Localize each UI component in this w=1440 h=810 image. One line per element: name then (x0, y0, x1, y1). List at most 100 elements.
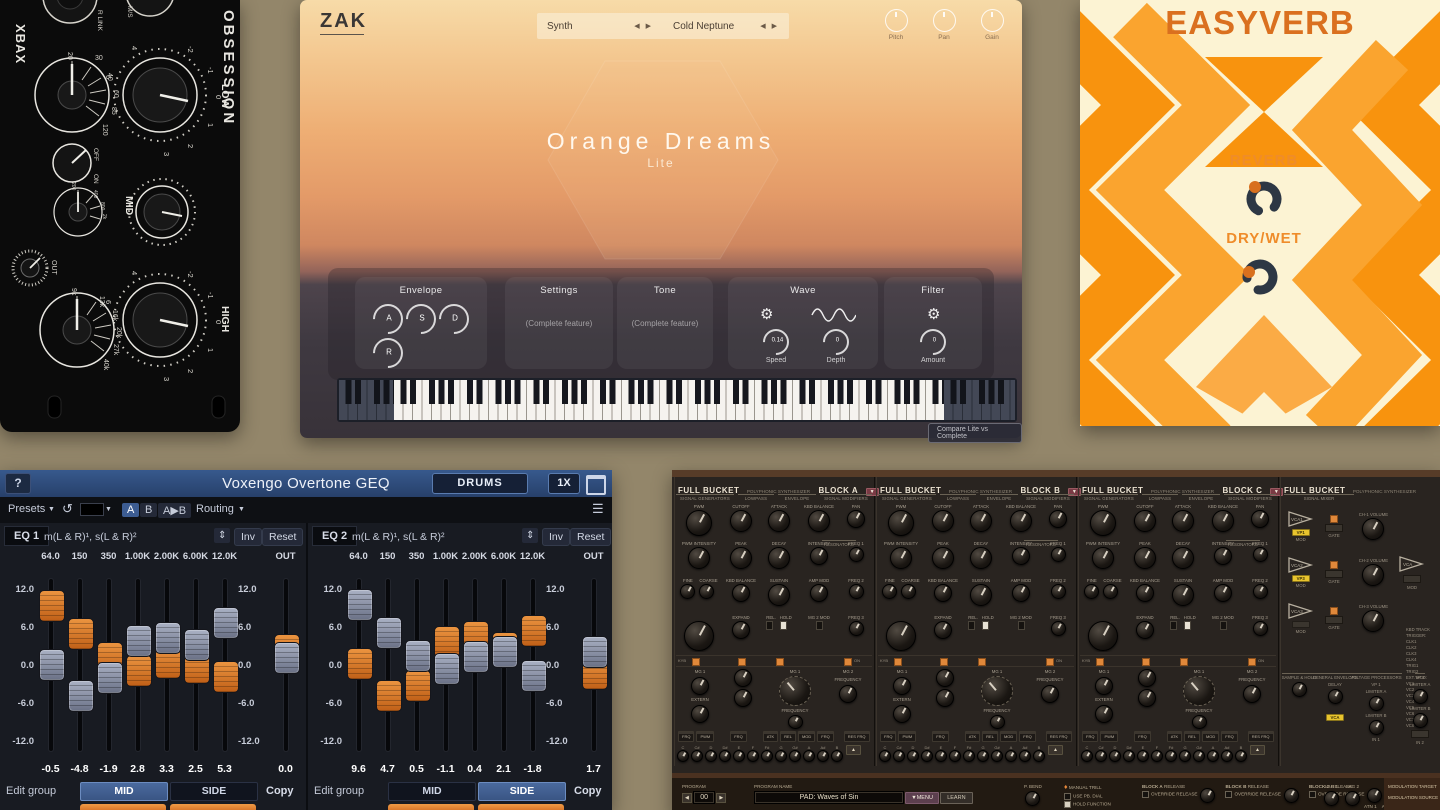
learn-button[interactable]: LEARN (940, 792, 972, 804)
release-switch[interactable] (1170, 621, 1177, 630)
side-handle[interactable] (39, 649, 65, 681)
octave-up-button[interactable]: ▲ (1250, 745, 1265, 755)
freq2-knob[interactable] (1051, 584, 1066, 599)
cutoff-knob[interactable] (1134, 510, 1156, 532)
eq1-reset-button[interactable]: Reset (262, 528, 303, 546)
eq2-copy-button[interactable]: Copy (574, 785, 602, 797)
eq-band-slider[interactable] (518, 569, 547, 761)
rel-button[interactable]: REL (780, 731, 796, 742)
freq3-knob[interactable] (1051, 621, 1066, 636)
note-knob[interactable] (817, 750, 829, 762)
mg1-amount-knob[interactable] (691, 677, 709, 695)
channel-volume-knob[interactable] (1362, 564, 1384, 586)
side-handle[interactable] (434, 653, 460, 685)
color-caret-icon[interactable]: ▼ (105, 506, 112, 513)
undo-icon[interactable]: ↺ (62, 501, 73, 517)
amp-mod-knob[interactable] (1214, 584, 1232, 602)
vp-route-button[interactable] (1292, 621, 1310, 628)
mg1-frequency-knob[interactable] (990, 715, 1005, 729)
enable-switch[interactable] (1046, 658, 1054, 666)
low-freq-knob[interactable] (35, 58, 109, 132)
note-knob[interactable] (949, 750, 961, 762)
eq-band-slider[interactable] (344, 569, 373, 761)
mg1-waveform-dial[interactable] (779, 676, 811, 705)
freq2-knob[interactable] (1253, 584, 1268, 599)
mod-button[interactable]: MOD (798, 731, 815, 742)
res-frq-button[interactable]: RES FRQ (1046, 731, 1072, 742)
sustain-knob[interactable]: S (400, 298, 442, 340)
note-knob[interactable] (907, 750, 919, 762)
enable-switch[interactable] (776, 658, 784, 666)
note-knob[interactable] (1137, 750, 1149, 762)
mid-handle[interactable] (126, 655, 152, 687)
vp1-limiter-b-knob[interactable] (1369, 720, 1384, 735)
override-release-checkbox[interactable] (1225, 791, 1232, 798)
vp-route-button[interactable]: VP1 (1292, 529, 1310, 536)
note-knob[interactable] (1019, 750, 1031, 762)
reverb-knob[interactable] (1242, 176, 1286, 220)
eq2-out-slider[interactable] (579, 569, 608, 761)
eq2-invert-button[interactable]: Inv (542, 528, 570, 546)
expand-knob[interactable] (732, 621, 750, 639)
frq-button[interactable]: FRQ (678, 731, 694, 742)
freq3-knob[interactable] (1253, 621, 1268, 636)
peak-knob[interactable] (932, 547, 954, 569)
eq-band-slider[interactable] (181, 569, 210, 761)
kbd-balance-knob[interactable] (732, 584, 750, 602)
mg2-mod-switch[interactable] (1018, 621, 1025, 630)
frq-button[interactable]: FRQ (1221, 731, 1237, 742)
note-knob[interactable] (893, 750, 905, 762)
octave-knob[interactable] (886, 621, 916, 651)
eq-band-slider[interactable] (36, 569, 65, 761)
pan-knob[interactable] (1049, 510, 1067, 528)
side-handle[interactable] (184, 629, 210, 661)
enable-switch[interactable] (1142, 658, 1150, 666)
extern-knob[interactable] (893, 705, 911, 723)
res-frq-button[interactable]: RES FRQ (844, 731, 870, 742)
sustain-knob[interactable] (768, 584, 790, 606)
sustain-knob[interactable] (1172, 584, 1194, 606)
program-name-display[interactable]: PAD: Waves of Sin (754, 791, 904, 804)
mid-handle[interactable] (405, 670, 431, 702)
attack-knob[interactable] (970, 510, 992, 532)
gate-button[interactable] (1325, 524, 1343, 532)
freq1-knob[interactable] (1051, 547, 1066, 562)
mod-button[interactable]: MOD (1000, 731, 1017, 742)
octave-knob[interactable] (684, 621, 714, 651)
mg1-waveform-dial[interactable] (981, 676, 1013, 705)
note-knob[interactable] (1005, 750, 1017, 762)
mid-handle[interactable] (39, 590, 65, 622)
release-knob[interactable] (1284, 788, 1299, 803)
program-prev-button[interactable]: ◀ (682, 793, 692, 803)
note-knob[interactable] (1123, 750, 1135, 762)
mg2-frequency-knob[interactable] (1041, 685, 1059, 703)
eq2-side-button[interactable]: SIDE (478, 782, 566, 801)
mod-knob[interactable] (936, 689, 954, 707)
eq2-channel-mode[interactable]: m(L & R)¹, s(L & R)² (352, 531, 445, 543)
extern-knob[interactable] (691, 705, 709, 723)
kbd-balance-knob[interactable] (934, 584, 952, 602)
mod-knob[interactable] (734, 689, 752, 707)
frq-button[interactable]: FRQ (730, 731, 746, 742)
kbd-balance-knob[interactable] (808, 510, 830, 532)
mid-handle[interactable] (521, 615, 547, 647)
side-handle[interactable] (405, 640, 431, 672)
note-knob[interactable] (1095, 750, 1107, 762)
use-pb-checkbox[interactable] (1064, 793, 1071, 800)
note-knob[interactable] (921, 750, 933, 762)
pwm-button[interactable]: PWM (898, 731, 916, 742)
note-knob[interactable] (677, 750, 689, 762)
rel-button[interactable]: REL (982, 731, 998, 742)
side-handle[interactable] (213, 607, 239, 639)
eq1-copy-button[interactable]: Copy (266, 785, 294, 797)
enable-switch[interactable] (738, 658, 746, 666)
eq1-side-button[interactable]: SIDE (170, 782, 258, 801)
enable-switch[interactable] (940, 658, 948, 666)
peak-knob[interactable] (1134, 547, 1156, 569)
note-knob[interactable] (935, 750, 947, 762)
note-knob[interactable] (1151, 750, 1163, 762)
channel-on-switch[interactable] (1330, 607, 1338, 615)
pitch-bend-knob[interactable] (1025, 791, 1040, 806)
eq1-mid-button[interactable]: MID (80, 782, 168, 801)
keyboard-active-keys[interactable] (394, 380, 944, 420)
